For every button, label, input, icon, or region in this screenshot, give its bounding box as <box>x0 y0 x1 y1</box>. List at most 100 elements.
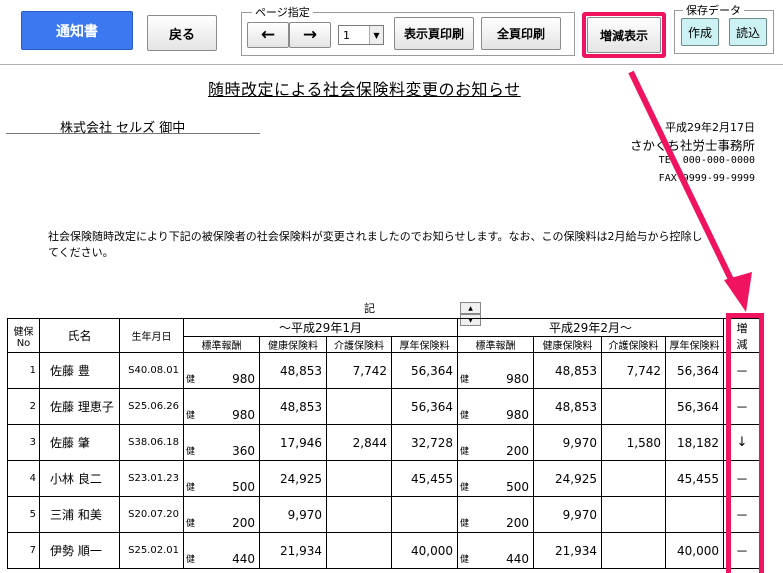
row-pension-after: 18,182 <box>665 424 724 461</box>
row-no: 7 <box>7 532 40 569</box>
row-care-after <box>601 388 666 425</box>
row-dob: S40.08.01 <box>119 352 184 389</box>
row-std-after: 健 200 厚 200 <box>457 424 534 461</box>
row-pension-after <box>665 496 724 533</box>
row-pension-after: 56,364 <box>665 388 724 425</box>
ki-mark: 記 <box>364 302 375 315</box>
row-pension-after: 45,455 <box>665 460 724 497</box>
prev-page-button[interactable]: ← <box>247 22 289 48</box>
row-care-after <box>601 460 666 497</box>
notice-body: 社会保険随時改定により下記の被保険者の社会保険料が変更されましたのでお知らせしま… <box>48 229 748 261</box>
header-period-before: ～平成29年1月 <box>183 318 458 337</box>
page-select-value: 1 <box>343 28 350 42</box>
header-pension-after: 厚年保険料 <box>665 336 724 353</box>
row-std-before: 健 440 厚 440 <box>183 532 260 569</box>
std-pay-health: 200 <box>506 443 529 458</box>
health-kanji: 健 <box>460 374 470 385</box>
office-name: さかぐち社労士事務所 <box>629 138 755 153</box>
diff-column-highlight <box>726 313 764 573</box>
issue-date: 平成29年2月17日 <box>665 121 755 134</box>
health-kanji: 健 <box>460 410 470 421</box>
health-kanji: 健 <box>460 482 470 493</box>
row-dob: S25.06.26 <box>119 388 184 425</box>
health-kanji: 健 <box>186 446 196 457</box>
premium-table: 健保 No 氏名 生年月日 ～平成29年1月 平成29年2月～ 増 減 標準報酬… <box>7 318 761 569</box>
table-row: 7 伊勢 順一 S25.02.01 健 440 厚 440 21,934 40,… <box>7 532 761 569</box>
row-std-after: 健 980 厚 620 <box>457 388 534 425</box>
row-name: 佐藤 理恵子 <box>39 388 120 425</box>
row-std-after: 健 440 厚 440 <box>457 532 534 569</box>
row-pension-after: 40,000 <box>665 532 724 569</box>
notice-body-line2: てください。 <box>48 246 114 259</box>
row-no: 4 <box>7 460 40 497</box>
header-no-line1: 健保 <box>13 326 34 338</box>
row-dob: S25.02.01 <box>119 532 184 569</box>
table-row: 1 佐藤 豊 S40.08.01 健 980 厚 620 48,853 7,74… <box>7 352 761 389</box>
header-dob: 生年月日 <box>119 318 184 353</box>
notice-button[interactable]: 通知書 <box>21 11 133 50</box>
back-button[interactable]: 戻る <box>147 15 217 51</box>
save-group-label: 保存データ <box>683 2 744 18</box>
row-std-before: 健 360 厚 360 <box>183 424 260 461</box>
row-health-before: 9,970 <box>259 496 327 533</box>
print-current-button[interactable]: 表示頁印刷 <box>394 17 474 50</box>
row-care-after <box>601 532 666 569</box>
row-care-before: 2,844 <box>326 424 392 461</box>
table-row: 5 三浦 和美 S20.07.20 健 200 厚 410 9,970 健 20… <box>7 496 761 533</box>
table-row: 4 小林 良二 S23.01.23 健 500 厚 500 24,925 45,… <box>7 460 761 497</box>
row-care-before <box>326 532 392 569</box>
std-pay-health: 440 <box>506 551 529 566</box>
row-name: 小林 良二 <box>39 460 120 497</box>
row-pension-before: 45,455 <box>391 460 458 497</box>
std-pay-health: 200 <box>506 515 529 530</box>
row-care-before <box>326 388 392 425</box>
row-std-before: 健 980 厚 620 <box>183 352 260 389</box>
row-no: 3 <box>7 424 40 461</box>
row-health-after: 48,853 <box>533 352 602 389</box>
row-health-after: 9,970 <box>533 424 602 461</box>
spin-up-icon[interactable]: ▲ <box>460 302 481 314</box>
health-kanji: 健 <box>186 374 196 385</box>
header-care-after: 介護保険料 <box>601 336 666 353</box>
row-care-before: 7,742 <box>326 352 392 389</box>
diff-display-button[interactable]: 増減表示 <box>587 17 661 53</box>
row-pension-before: 56,364 <box>391 352 458 389</box>
row-pension-before <box>391 496 458 533</box>
std-pay-health: 440 <box>232 551 255 566</box>
print-all-button[interactable]: 全頁印刷 <box>481 17 561 50</box>
header-std-after: 標準報酬 <box>457 336 534 353</box>
header-health-after: 健康保険料 <box>533 336 602 353</box>
row-care-after: 7,742 <box>601 352 666 389</box>
page-select[interactable]: 1 ▼ <box>338 25 384 45</box>
header-care-before: 介護保険料 <box>326 336 392 353</box>
health-kanji: 健 <box>460 518 470 529</box>
company-underline <box>6 133 260 134</box>
health-kanji: 健 <box>186 410 196 421</box>
chevron-down-icon[interactable]: ▼ <box>369 26 383 44</box>
row-pension-before: 56,364 <box>391 388 458 425</box>
row-health-after: 48,853 <box>533 388 602 425</box>
row-no: 5 <box>7 496 40 533</box>
load-button[interactable]: 読込 <box>729 18 767 46</box>
table-row: 3 佐藤 肇 S38.06.18 健 360 厚 360 17,946 2,84… <box>7 424 761 461</box>
office-tel: TEL 000-000-0000 <box>658 155 755 166</box>
row-no: 2 <box>7 388 40 425</box>
std-pay-health: 980 <box>232 371 255 386</box>
create-button[interactable]: 作成 <box>681 18 719 46</box>
next-page-button[interactable]: → <box>289 22 331 48</box>
header-health-before: 健康保険料 <box>259 336 327 353</box>
row-dob: S38.06.18 <box>119 424 184 461</box>
row-health-before: 48,853 <box>259 352 327 389</box>
row-health-before: 17,946 <box>259 424 327 461</box>
row-name: 佐藤 豊 <box>39 352 120 389</box>
std-pay-health: 500 <box>506 479 529 494</box>
row-name: 佐藤 肇 <box>39 424 120 461</box>
health-kanji: 健 <box>186 482 196 493</box>
row-care-after: 1,580 <box>601 424 666 461</box>
office-fax: FAX 9999-99-9999 <box>658 173 755 184</box>
std-pay-health: 980 <box>232 407 255 422</box>
health-kanji: 健 <box>460 446 470 457</box>
row-name: 三浦 和美 <box>39 496 120 533</box>
row-std-after: 健 500 厚 500 <box>457 460 534 497</box>
row-health-before: 24,925 <box>259 460 327 497</box>
